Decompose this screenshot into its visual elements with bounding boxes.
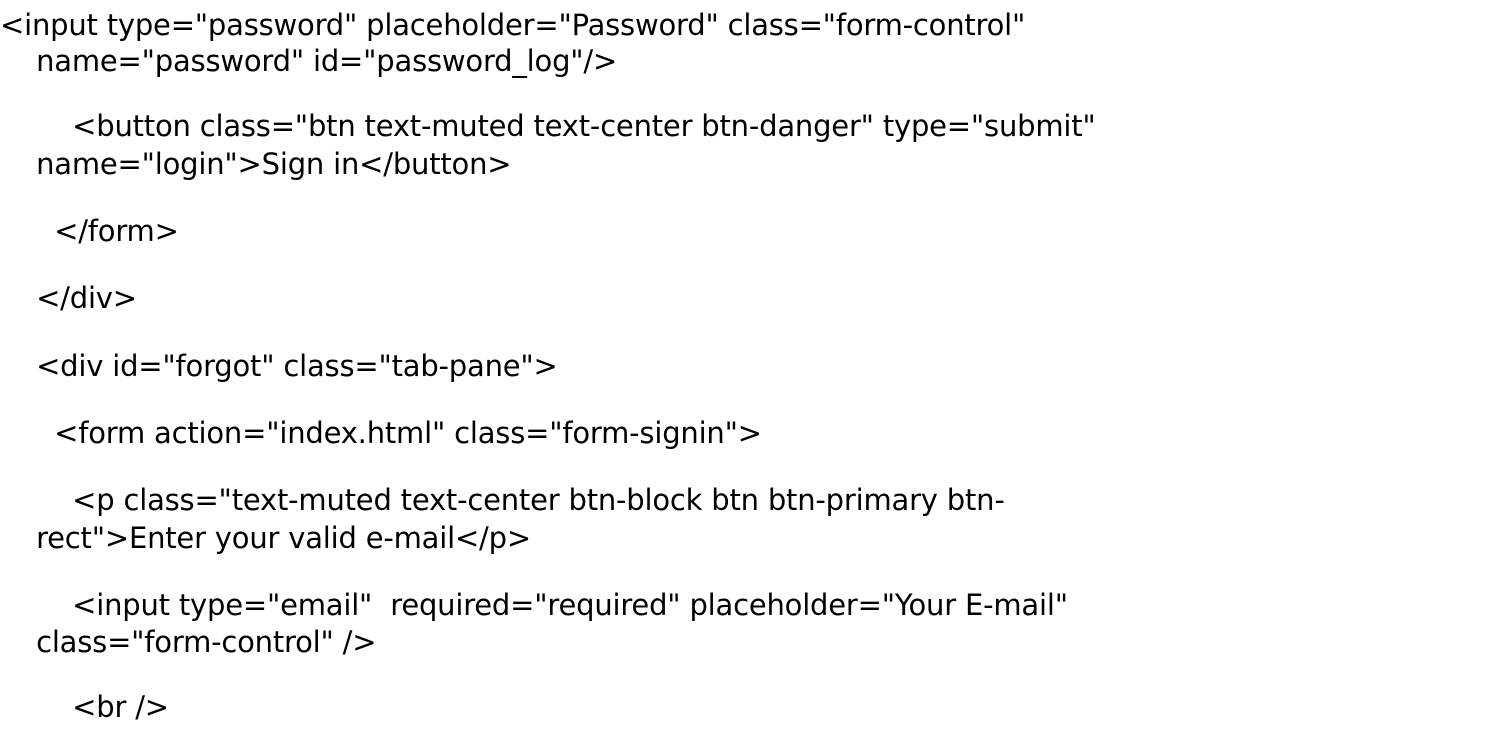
code-line-2: name="password" id="password_log"/>	[0, 44, 618, 78]
code-line-5: </form>	[0, 214, 179, 248]
code-line-3: <button class="btn text-muted text-cente…	[0, 109, 1096, 143]
code-line-10: rect">Enter your valid e-mail</p>	[0, 521, 531, 555]
code-line-11: <input type="email" required="required" …	[0, 588, 1068, 622]
code-line-6: </div>	[0, 281, 137, 315]
code-line-4: name="login">Sign in</button>	[0, 147, 512, 181]
code-line-12: class="form-control" />	[0, 625, 377, 659]
code-line-9: <p class="text-muted text-center btn-blo…	[0, 483, 1005, 517]
code-line-1: <input type="password" placeholder="Pass…	[0, 8, 1026, 42]
code-slide: <input type="password" placeholder="Pass…	[0, 0, 1505, 736]
code-line-13: <br />	[0, 690, 169, 724]
code-line-8: <form action="index.html" class="form-si…	[0, 416, 762, 450]
code-line-7: <div id="forgot" class="tab-pane">	[0, 349, 558, 383]
